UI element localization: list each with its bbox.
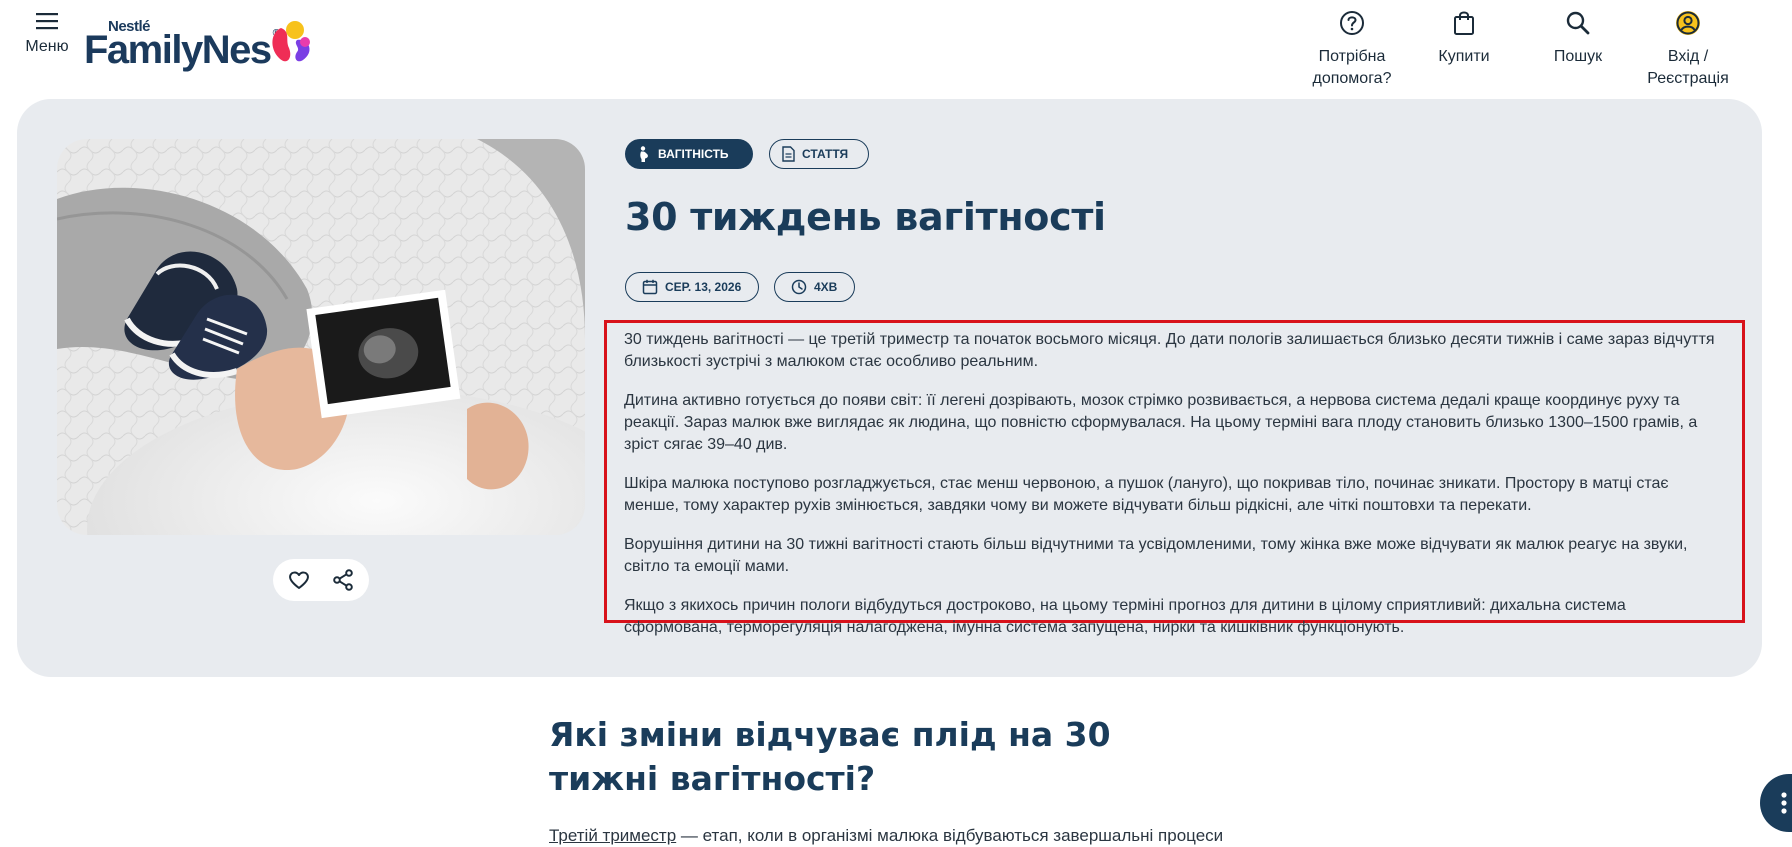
nav-login-label-1: Вхід /	[1667, 48, 1709, 65]
share-toolbar	[273, 559, 369, 601]
document-icon	[782, 146, 795, 162]
user-circle-icon	[1676, 11, 1700, 35]
question-circle-icon	[1340, 11, 1364, 35]
clock-icon	[791, 279, 807, 295]
intro-paragraph: Дитина активно готується до появи світ: …	[624, 392, 1698, 453]
more-dots-icon	[1781, 792, 1787, 814]
section-paragraph: Третій триместр — етап, коли в організмі…	[549, 826, 1223, 846]
menu-button[interactable]: Меню	[22, 12, 72, 56]
intro-paragraph: Ворушіння дитини на 30 тижні вагітності …	[624, 536, 1688, 575]
article-hero: Вагітність Стаття 30 тиждень вагітності …	[17, 99, 1762, 677]
shopping-bag-icon	[1454, 11, 1474, 35]
tag-article-label: Стаття	[802, 147, 849, 161]
nav-buy[interactable]: Купити	[1426, 10, 1502, 68]
read-time-badge: 4ХВ	[774, 272, 855, 302]
hamburger-icon	[36, 13, 58, 30]
ultrasound-print	[306, 289, 461, 419]
search-icon	[1566, 11, 1590, 35]
publish-date-badge: СЕР. 13, 2026	[625, 272, 759, 302]
intro-paragraph: Шкіра малюка поступово розгладжується, с…	[624, 475, 1669, 514]
logo-brand: FamilyNes	[84, 28, 272, 72]
section-paragraph-text: — етап, коли в організмі малюка відбуваю…	[676, 826, 1224, 845]
logo-mark-icon	[272, 21, 310, 62]
nav-help-label-2: допомога?	[1312, 70, 1392, 87]
hero-photo-ultrasound	[57, 139, 585, 535]
menu-label: Меню	[25, 38, 69, 55]
nav-help-label-1: Потрібна	[1318, 48, 1386, 65]
third-trimester-link[interactable]: Третій триместр	[549, 826, 676, 845]
intro-paragraph: Якщо з якихось причин пологи відбудуться…	[624, 597, 1626, 636]
nav-login[interactable]: Вхід / Реєстрація	[1640, 10, 1736, 90]
favorite-button[interactable]	[287, 568, 311, 592]
site-header: Меню Nestlé FamilyNes® Потрібна допомога…	[0, 0, 1792, 99]
logo-main-text: FamilyNes®	[84, 28, 280, 73]
nav-buy-label: Купити	[1438, 48, 1490, 65]
tag-pregnancy-label: Вагітність	[658, 147, 729, 161]
article-title: 30 тиждень вагітності	[625, 195, 1106, 239]
heart-icon	[289, 571, 309, 589]
familynes-logo[interactable]: Nestlé FamilyNes®	[84, 16, 324, 72]
section-heading: Які зміни відчуває плід на 30 тижні вагі…	[549, 715, 1111, 798]
publish-date: СЕР. 13, 2026	[665, 280, 742, 294]
floating-more-button[interactable]	[1760, 774, 1792, 832]
share-button[interactable]	[331, 568, 355, 592]
article-intro-highlighted: 30 тиждень вагітності — це третій тримес…	[604, 320, 1745, 636]
nav-search-label: Пошук	[1553, 48, 1603, 65]
tag-article[interactable]: Стаття	[769, 139, 869, 169]
nav-help[interactable]: Потрібна допомога?	[1307, 10, 1397, 90]
share-icon	[333, 569, 353, 591]
nav-login-label-2: Реєстрація	[1647, 70, 1729, 87]
calendar-icon	[642, 279, 658, 295]
pregnant-woman-icon	[640, 146, 648, 162]
read-time: 4ХВ	[814, 280, 838, 294]
nav-search[interactable]: Пошук	[1538, 10, 1618, 68]
intro-paragraph: 30 тиждень вагітності — це третій тримес…	[624, 331, 1715, 370]
tag-pregnancy[interactable]: Вагітність	[625, 139, 753, 169]
